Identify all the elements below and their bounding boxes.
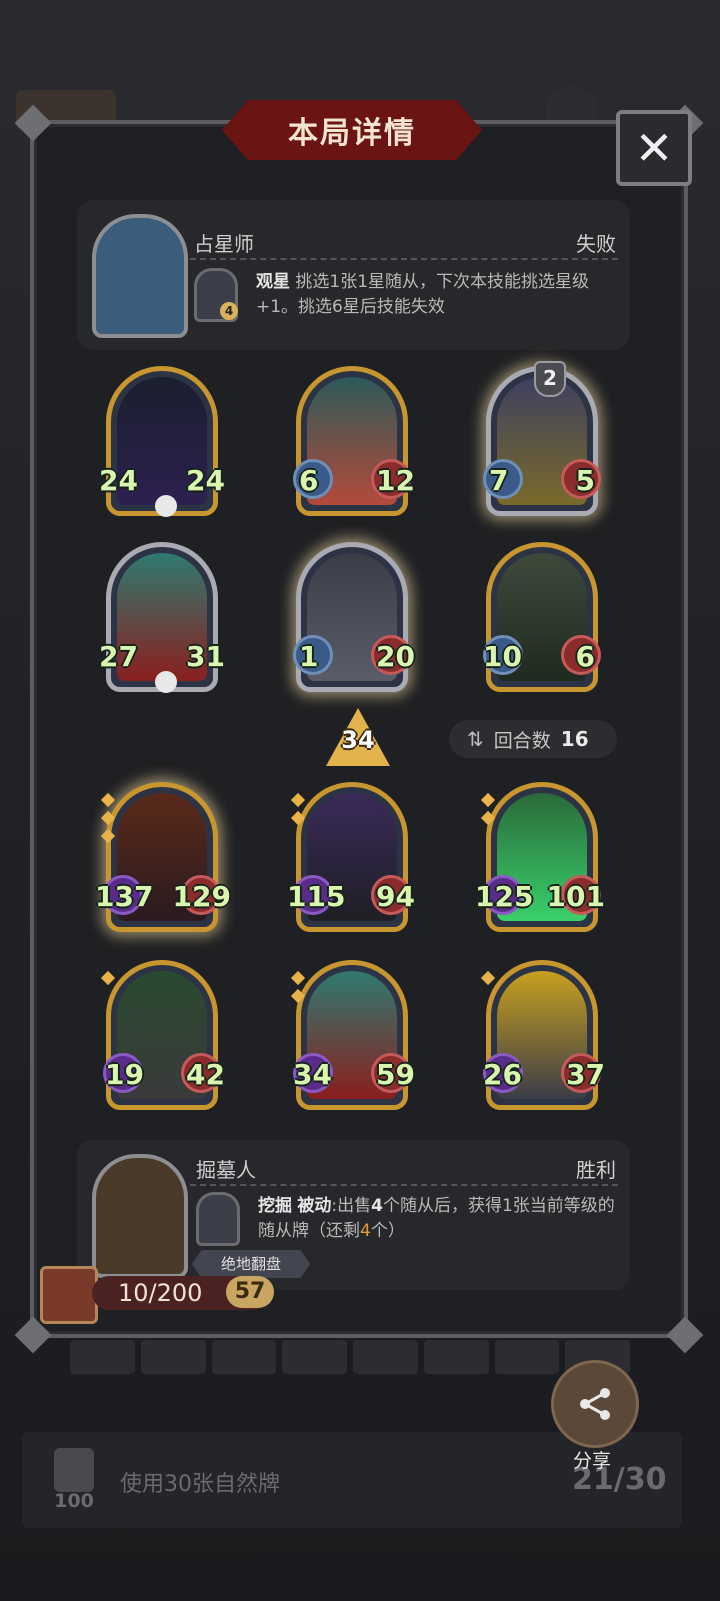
health-value: 20 — [376, 640, 415, 673]
crown-icon — [40, 1266, 98, 1324]
skull-icon — [155, 495, 177, 517]
attack-value: 7 — [489, 464, 509, 497]
attack-value: 137 — [95, 880, 154, 913]
title-banner: 本局详情 — [218, 96, 486, 164]
attack-value: 19 — [105, 1058, 144, 1091]
skill-remaining-num: 4 — [360, 1221, 371, 1241]
player-skill-desc: 挖掘 被动:出售4个随从后，获得1张当前等级的随从牌（还剩4个） — [258, 1194, 618, 1244]
attack-value: 6 — [299, 464, 319, 497]
player-avatar[interactable] — [92, 1154, 188, 1278]
skill-cost-badge: 4 — [220, 302, 238, 320]
minion-card[interactable]: 6 12 — [293, 366, 415, 516]
minion-card[interactable]: 24 24 — [99, 366, 225, 517]
skill-desc-text: 挑选1张1星随从，下次本技能挑选星级+1。挑选6星后技能失效 — [256, 272, 590, 317]
health-value: 59 — [376, 1058, 415, 1091]
quest-text: 使用30张自然牌 — [120, 1472, 280, 1497]
turn-counter: ⇅ 回合数 16 — [449, 720, 617, 758]
share-button[interactable] — [551, 1360, 639, 1448]
minion-card[interactable]: 19 42 — [100, 960, 225, 1110]
attack-value: 1 — [299, 640, 319, 673]
minion-card[interactable]: 26 37 — [480, 960, 605, 1110]
rank-value: 10/200 — [118, 1279, 203, 1307]
health-value: 6 — [575, 640, 595, 673]
skull-icon — [155, 671, 177, 693]
attack-value: 34 — [293, 1058, 332, 1091]
achievement-tag: 绝地翻盘 — [192, 1250, 310, 1278]
page-title: 本局详情 — [288, 116, 416, 151]
minion-card[interactable]: 125 101 — [475, 782, 605, 932]
minion-card[interactable]: 115 94 — [287, 782, 415, 932]
health-value: 94 — [376, 880, 415, 913]
minion-card[interactable]: 34 59 — [290, 960, 415, 1110]
health-value: 24 — [186, 464, 225, 497]
opponent-avatar[interactable] — [92, 214, 188, 338]
skill-name: 观星 — [256, 272, 290, 292]
level-value: 34 — [341, 726, 375, 754]
opponent-name: 占星师 — [194, 232, 254, 256]
quest-icon — [54, 1448, 94, 1492]
level-indicator: 34 — [326, 708, 390, 766]
minion-card[interactable]: 27 31 — [99, 542, 225, 693]
turn-label: 回合数 — [493, 729, 551, 752]
health-value: 5 — [575, 464, 595, 497]
attack-value: 10 — [483, 640, 522, 673]
divider — [190, 258, 618, 260]
attack-value: 24 — [99, 464, 138, 497]
quest-reward: 100 — [54, 1490, 94, 1512]
skill-highlight-num: 4 — [371, 1196, 383, 1216]
attack-value: 125 — [475, 880, 534, 913]
card-thumbnails — [70, 1340, 630, 1374]
skill-desc-text: :出售 — [331, 1196, 372, 1216]
health-value: 129 — [172, 880, 231, 913]
opponent-skill-desc: 观星 挑选1张1星随从，下次本技能挑选星级+1。挑选6星后技能失效 — [256, 270, 616, 320]
minion-card[interactable]: 1 20 — [293, 542, 415, 692]
attack-value: 115 — [287, 880, 346, 913]
skill-desc-text: 个） — [370, 1221, 405, 1241]
skill-name: 挖掘 — [258, 1196, 292, 1216]
star-level-badge: 2 — [534, 361, 566, 397]
swap-icon: ⇅ — [467, 727, 484, 751]
minion-card[interactable]: 137 129 — [95, 782, 231, 932]
opponent-result: 失败 — [576, 232, 616, 256]
player-name: 掘墓人 — [196, 1158, 256, 1182]
skill-icon[interactable] — [196, 1192, 240, 1246]
share-icon — [580, 1388, 610, 1420]
divider — [190, 1184, 618, 1186]
health-value: 12 — [376, 464, 415, 497]
turn-value: 16 — [560, 727, 589, 751]
rank-badge: 57 — [226, 1276, 274, 1308]
close-icon: ✕ — [634, 121, 674, 175]
attack-value: 26 — [483, 1058, 522, 1091]
attack-value: 27 — [99, 640, 138, 673]
minion-card[interactable]: 2 7 5 — [483, 361, 601, 516]
close-button[interactable]: ✕ — [616, 110, 692, 186]
health-value: 31 — [186, 640, 225, 673]
share-label: 分享 — [572, 1450, 611, 1472]
health-value: 42 — [186, 1058, 225, 1091]
health-value: 101 — [546, 880, 605, 913]
player-result: 胜利 — [576, 1158, 616, 1182]
skill-type: 被动 — [297, 1196, 332, 1216]
health-value: 37 — [566, 1058, 605, 1091]
minion-card[interactable]: 10 6 — [483, 542, 601, 692]
